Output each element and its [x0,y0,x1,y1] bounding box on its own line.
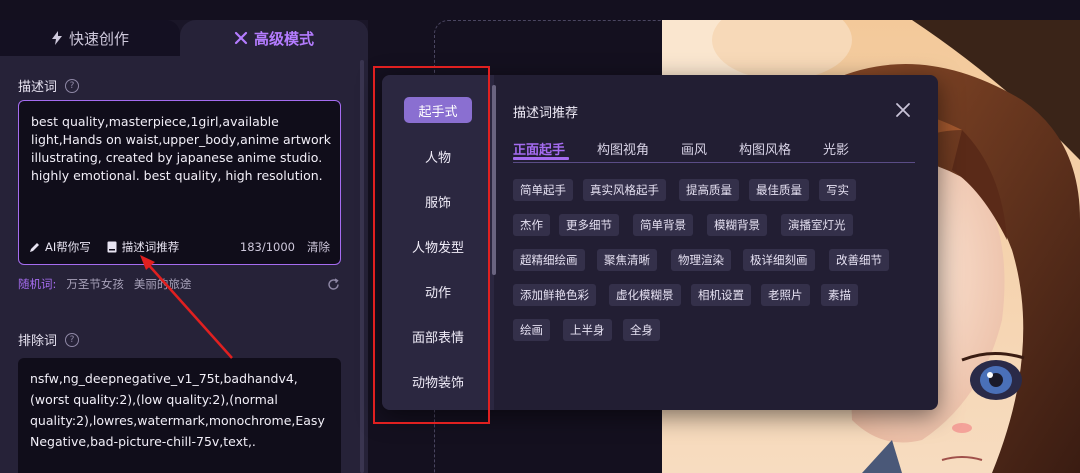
help-icon[interactable]: ? [65,78,80,93]
random-word-tag[interactable]: 万圣节女孩 [66,276,124,292]
prompt-tag[interactable]: 演播室灯光 [781,214,853,236]
char-count: 183/1000 [239,240,295,254]
sub-tab-bar: 正面起手 构图视角 画风 构图风格 光影 [513,137,915,163]
tab-lighting[interactable]: 光影 [823,139,849,158]
prompt-tag[interactable]: 老照片 [761,284,810,306]
annotation-highlight-box [373,66,490,424]
popup-title: 描述词推荐 [513,106,579,121]
prompt-tag[interactable]: 素描 [821,284,858,306]
prompt-tag[interactable]: 提高质量 [679,179,739,201]
prompt-text[interactable]: best quality,masterpiece,1girl,available… [31,113,333,185]
prompt-footer: AI帮你写 描述词推荐 183/1000 清除 [29,238,330,256]
tab-composition-view[interactable]: 构图视角 [597,139,649,158]
tab-advanced-mode[interactable]: 高级模式 [180,20,368,56]
tab-quick-create-label: 快速创作 [68,29,129,48]
prompt-tag[interactable]: 添加鲜艳色彩 [513,284,596,306]
panel-scrollbar[interactable] [360,60,364,473]
prompt-tag[interactable]: 杰作 [513,214,550,236]
prompt-tag[interactable]: 写实 [819,179,856,201]
negative-prompt-input[interactable]: nsfw,ng_deepnegative_v1_75t,badhandv4,(w… [18,358,341,473]
active-tab-underline [513,157,569,160]
negative-prompt-text[interactable]: nsfw,ng_deepnegative_v1_75t,badhandv4,(w… [30,368,332,452]
close-icon[interactable] [894,101,912,119]
tab-quick-create[interactable]: 快速创作 [0,20,180,56]
prompt-tag[interactable]: 物理渲染 [671,249,731,271]
panel-body: 描述词 ? best quality,masterpiece,1girl,ava… [0,56,368,473]
ai-write-button[interactable]: AI帮你写 [29,239,91,255]
tab-front-starter-label: 正面起手 [513,143,566,158]
prompt-tag[interactable]: 真实风格起手 [583,179,666,201]
prompt-tag[interactable]: 全身 [623,319,660,341]
prompt-recommend-label: 描述词推荐 [121,240,180,254]
help-icon[interactable]: ? [65,332,80,347]
negative-label: 排除词 [18,334,58,349]
prompt-tag[interactable]: 相机设置 [691,284,751,306]
tab-front-starter[interactable]: 正面起手 [513,139,569,160]
prompt-recommend-button[interactable]: 描述词推荐 [107,239,180,255]
prompt-tag[interactable]: 上半身 [563,319,612,341]
prompt-tag[interactable]: 虚化模糊景 [609,284,681,306]
category-scrollbar[interactable] [492,85,496,275]
prompt-tag[interactable]: 绘画 [513,319,550,341]
prompt-label: 描述词 [18,80,58,95]
negative-section-label: 排除词 ? [18,330,80,349]
pen-icon [30,242,39,252]
tab-art-style[interactable]: 画风 [681,139,707,158]
random-word-tag[interactable]: 美丽的旅途 [134,276,192,292]
lightning-icon [51,31,62,45]
prompt-tag[interactable]: 聚焦清晰 [597,249,657,271]
random-words-row: 随机词: 万圣节女孩 美丽的旅途 [18,276,340,292]
creation-panel: 快速创作 高级模式 描述词 ? best quality,masterpiece… [0,20,368,473]
prompt-tag[interactable]: 简单背景 [633,214,693,236]
prompt-tag[interactable]: 模糊背景 [707,214,767,236]
prompt-tag[interactable]: 超精细绘画 [513,249,585,271]
random-words-label: 随机词: [18,277,57,291]
tab-advanced-mode-label: 高级模式 [253,29,314,48]
prompt-section-label: 描述词 ? [18,76,80,95]
magic-wand-icon [234,31,248,45]
clear-button[interactable]: 清除 [307,239,330,255]
ai-write-label: AI帮你写 [45,240,91,254]
prompt-tag[interactable]: 最佳质量 [749,179,809,201]
mode-tab-bar: 快速创作 高级模式 [0,20,368,56]
prompt-tag[interactable]: 极详细刻画 [743,249,815,271]
refresh-icon[interactable] [327,277,340,291]
prompt-tag[interactable]: 简单起手 [513,179,573,201]
book-icon [107,241,117,253]
tab-composition-style[interactable]: 构图风格 [739,139,791,158]
prompt-tag[interactable]: 改善细节 [829,249,889,271]
prompt-input[interactable]: best quality,masterpiece,1girl,available… [18,100,341,265]
prompt-tag[interactable]: 更多细节 [559,214,619,236]
